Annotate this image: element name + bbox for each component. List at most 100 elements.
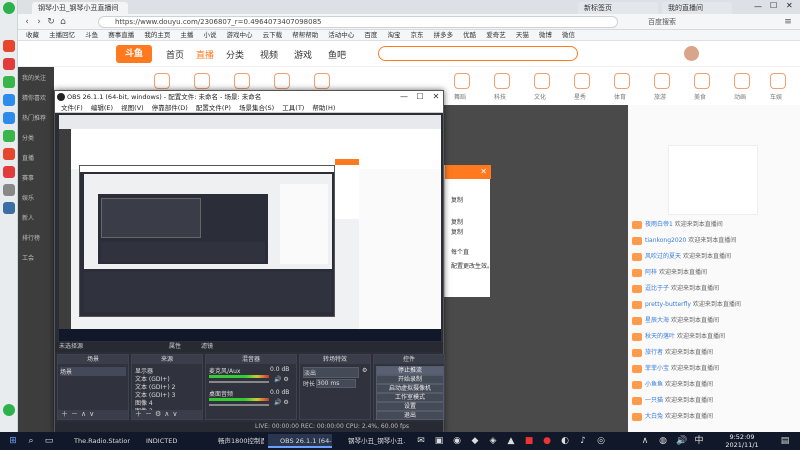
wechat-icon[interactable] xyxy=(3,76,15,88)
task-view-icon[interactable]: ▭ xyxy=(44,436,54,446)
transition-select[interactable]: 淡出 xyxy=(303,367,359,378)
list-item[interactable]: pretty-butterfly 欢迎来到本直播间 xyxy=(632,299,796,311)
sidebar-item[interactable]: 娱乐 xyxy=(22,193,54,202)
bookmark-item[interactable]: 微博 xyxy=(539,30,552,40)
maximize-icon[interactable]: ☐ xyxy=(770,1,777,10)
category-icon[interactable] xyxy=(534,73,550,89)
bookmark-item[interactable]: 小说 xyxy=(203,30,216,40)
list-item[interactable]: 夜雨白帝1 欢迎来到本直播间 xyxy=(632,219,796,231)
app-icon[interactable]: ■ xyxy=(524,436,534,446)
app-icon[interactable] xyxy=(3,130,15,142)
scene-item[interactable]: 场景 xyxy=(60,367,126,376)
tray-chevron-icon[interactable]: ∧ xyxy=(640,436,650,446)
bookmark-item[interactable]: 微信 xyxy=(562,30,575,40)
sidebar-item[interactable]: 新人 xyxy=(22,213,54,222)
sidebar-item[interactable]: 工会 xyxy=(22,253,54,262)
nav-video[interactable]: 视频 xyxy=(260,48,278,61)
bookmark-item[interactable]: 帮帮帮助 xyxy=(292,30,318,40)
menu-edit[interactable]: 编辑(E) xyxy=(91,103,113,113)
search-status[interactable]: 百度搜索 xyxy=(648,17,676,27)
app-icon[interactable] xyxy=(3,202,15,214)
sidebar-item[interactable]: 热门推荐 xyxy=(22,113,54,122)
sources-toolbar[interactable]: ＋－⚙∧∨ xyxy=(132,410,202,419)
bookmark-item[interactable]: 我的主页 xyxy=(144,30,170,40)
browser-logo-icon[interactable] xyxy=(3,2,15,14)
list-item[interactable]: 小鱼鱼 欢迎来到本直播间 xyxy=(632,379,796,391)
bookmark-item[interactable]: 优酷 xyxy=(463,30,476,40)
volume-icon[interactable]: 🔊 xyxy=(676,436,687,446)
properties-button[interactable]: 属性 xyxy=(169,342,181,352)
back-icon[interactable]: ‹ xyxy=(22,17,32,27)
bookmark-item[interactable]: 京东 xyxy=(411,30,424,40)
bookmark-item[interactable]: 主播 xyxy=(180,30,193,40)
app-icon[interactable]: ✉ xyxy=(416,436,426,446)
list-item[interactable]: 一只猫 欢迎来到本直播间 xyxy=(632,395,796,407)
volume-slider[interactable] xyxy=(209,404,269,406)
sidebar-item[interactable]: 我的关注 xyxy=(22,73,54,82)
category-icon[interactable] xyxy=(454,73,470,89)
menu-scene-collection[interactable]: 场景集合(S) xyxy=(239,103,274,113)
bookmark-item[interactable]: 收藏 xyxy=(26,30,39,40)
app-icon[interactable]: ◉ xyxy=(452,436,462,446)
nav-category[interactable]: 分类 xyxy=(226,48,244,61)
app-icon[interactable] xyxy=(3,404,15,416)
category-icon[interactable] xyxy=(770,73,786,89)
list-item[interactable]: 阿梓 欢迎来到本直播间 xyxy=(632,267,796,279)
app-icon[interactable] xyxy=(3,184,15,196)
close-icon[interactable]: ✕ xyxy=(429,91,443,103)
tab-douyu[interactable]: 钢琴小丑_钢琴小丑直播间 xyxy=(32,2,128,14)
p-icon[interactable] xyxy=(3,112,15,124)
douyu-search-input[interactable] xyxy=(378,46,578,61)
home-icon[interactable]: ⌂ xyxy=(58,17,68,27)
settings-button[interactable]: 设置 xyxy=(376,402,444,411)
sidebar-item[interactable]: 直播 xyxy=(22,153,54,162)
sidebar-item[interactable]: 猜你喜欢 xyxy=(22,93,54,102)
sidebar-item[interactable]: 赛事 xyxy=(22,173,54,182)
studio-mode-button[interactable]: 工作室模式 xyxy=(376,393,444,402)
douyu-logo[interactable]: 斗鱼 xyxy=(116,45,152,63)
app-icon[interactable]: ◐ xyxy=(560,436,570,446)
sidebar-item[interactable]: 分类 xyxy=(22,133,54,142)
sidebar-item[interactable]: 排行榜 xyxy=(22,233,54,242)
list-item[interactable]: 星辰大海 欢迎来到本直播间 xyxy=(632,315,796,327)
app-icon[interactable] xyxy=(3,94,15,106)
list-item[interactable]: 秋天的落叶 欢迎来到本直播间 xyxy=(632,331,796,343)
category-icon[interactable] xyxy=(694,73,710,89)
filters-button[interactable]: 滤镜 xyxy=(201,342,213,352)
bookmark-item[interactable]: 淘宝 xyxy=(387,30,400,40)
transition-add-icon[interactable]: ⚙ xyxy=(362,367,367,374)
category-icon[interactable] xyxy=(654,73,670,89)
taskbar-item[interactable]: INDICTED xyxy=(134,434,202,448)
taskbar-item[interactable]: The.Radio.Station xyxy=(62,434,130,448)
category-icon[interactable] xyxy=(194,73,210,89)
category-icon[interactable] xyxy=(274,73,290,89)
maximize-icon[interactable]: ☐ xyxy=(413,91,427,103)
start-recording-button[interactable]: 开始录制 xyxy=(376,375,444,384)
nav-home[interactable]: 首页 xyxy=(166,48,184,61)
scenes-toolbar[interactable]: ＋－∧∨ xyxy=(58,410,128,419)
url-input[interactable]: https://www.douyu.com/2306807_r=0.496407… xyxy=(98,16,618,28)
menu-help[interactable]: 帮助(H) xyxy=(312,103,335,113)
notification-icon[interactable]: ▤ xyxy=(780,436,790,446)
menu-icon[interactable]: ≡ xyxy=(783,17,793,27)
mute-icon[interactable]: 🔊 ⚙ xyxy=(274,376,289,383)
volume-slider[interactable] xyxy=(209,381,269,383)
tab-my-room[interactable]: 我的直播间 xyxy=(662,2,732,14)
app-icon[interactable]: ◈ xyxy=(488,436,498,446)
bookmark-item[interactable]: 活动中心 xyxy=(328,30,354,40)
duration-input[interactable]: 300 ms xyxy=(316,379,356,388)
windows-start-icon[interactable]: ⊞ xyxy=(8,436,18,446)
category-icon[interactable] xyxy=(574,73,590,89)
app-icon[interactable] xyxy=(3,166,15,178)
menu-view[interactable]: 视图(V) xyxy=(121,103,144,113)
nav-live[interactable]: 直播 xyxy=(196,48,214,61)
nav-game[interactable]: 游戏 xyxy=(294,48,312,61)
category-icon[interactable] xyxy=(234,73,250,89)
list-item[interactable]: 菲菲小宝 欢迎来到本直播间 xyxy=(632,363,796,375)
minimize-icon[interactable]: — xyxy=(397,91,411,103)
menu-file[interactable]: 文件(F) xyxy=(61,103,83,113)
app-icon[interactable]: ▣ xyxy=(434,436,444,446)
taskbar-item-obs[interactable]: OBS 26.1.1 (64-bi... xyxy=(268,434,332,448)
exit-button[interactable]: 退出 xyxy=(376,411,444,420)
bookmark-item[interactable]: 游戏中心 xyxy=(227,30,253,40)
